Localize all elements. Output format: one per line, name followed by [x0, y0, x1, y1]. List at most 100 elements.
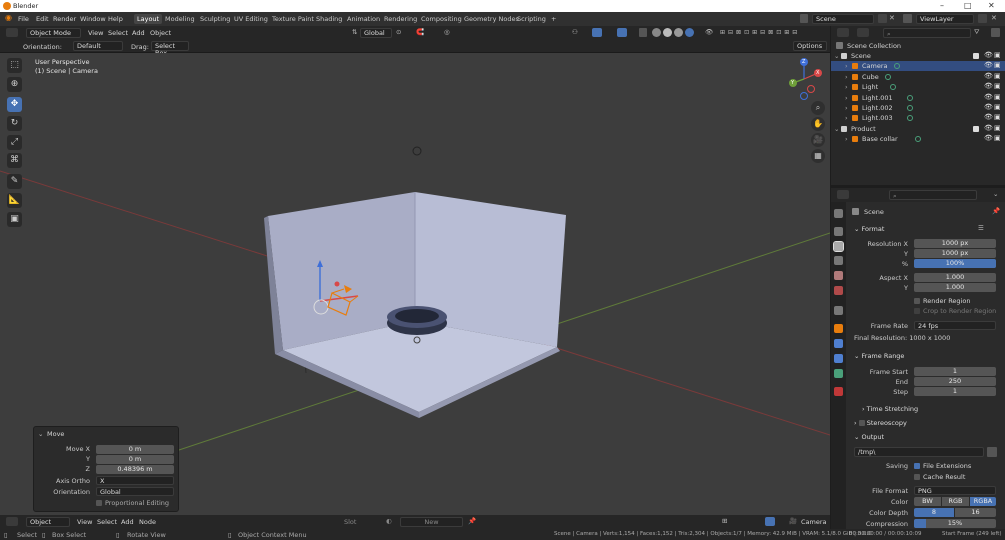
tab-scene-icon[interactable] — [834, 271, 843, 280]
render-camera-icon[interactable]: ▣ — [994, 72, 1001, 80]
new-view-layer-icon[interactable] — [978, 14, 987, 23]
annotate-tool-icon[interactable]: ✎ — [7, 174, 22, 189]
close-button[interactable]: ✕ — [988, 1, 995, 10]
exclude-checkbox[interactable] — [973, 125, 979, 132]
workspace-tab-texture-paint[interactable]: Texture Paint — [269, 14, 317, 24]
cache-result-checkbox[interactable] — [914, 474, 920, 480]
viewport-extra-icons[interactable]: ⊞⊟⊠⊡⊞⊟⊠⊡⊞⊟ — [720, 29, 800, 36]
file-format-dropdown[interactable]: PNG — [914, 486, 996, 495]
node-menu-add[interactable]: Add — [121, 518, 134, 526]
move-operator-panel[interactable]: ⌄ Move Move X 0 m Y 0 m Z 0.48396 m Axis… — [33, 426, 179, 512]
workspace-tab-scripting[interactable]: Scripting — [514, 14, 549, 24]
outliner-row[interactable]: › Cube 👁 ▣ — [831, 72, 1005, 82]
measure-tool-icon[interactable]: 📐 — [7, 193, 22, 208]
chevron-right-icon[interactable]: › — [845, 134, 848, 144]
shading-rendered-icon[interactable] — [685, 28, 694, 37]
time-stretching-section-header[interactable]: › Time Stretching — [862, 405, 918, 413]
render-camera-icon[interactable]: ▣ — [994, 52, 1001, 59]
object-data-icon[interactable] — [885, 73, 892, 80]
minimize-button[interactable]: – — [940, 1, 944, 10]
outliner-row[interactable]: › Camera 👁 ▣ — [831, 61, 1005, 72]
workspace-tab-animation[interactable]: Animation — [344, 14, 383, 24]
outliner-row[interactable]: ⌄ Scene 👁 ▣ — [831, 51, 1005, 61]
outliner-editor-type-icon[interactable] — [837, 28, 849, 37]
chevron-right-icon[interactable]: › — [845, 72, 848, 82]
maximize-button[interactable]: □ — [964, 1, 972, 10]
outliner-row[interactable]: › Base collar 👁 ▣ — [831, 134, 1005, 144]
presets-list-icon[interactable]: ☰ — [978, 224, 984, 232]
render-camera-icon[interactable]: ▣ — [994, 135, 1001, 142]
blender-menu-icon[interactable]: ◉ — [5, 13, 12, 22]
outliner-row[interactable]: › Light.003 👁 ▣ — [831, 113, 1005, 123]
menu-help[interactable]: Help — [108, 15, 123, 23]
eye-icon[interactable]: 👁 — [984, 62, 993, 69]
resolution-y-field[interactable]: 1000 px — [914, 249, 996, 258]
node-menu-node[interactable]: Node — [139, 518, 156, 526]
tab-modifiers-icon[interactable] — [834, 339, 843, 348]
chevron-right-icon[interactable]: › — [845, 93, 848, 103]
color-rgb-option[interactable]: RGB — [942, 497, 969, 506]
color-depth-16-option[interactable]: 16 — [955, 508, 996, 517]
object-data-icon[interactable] — [889, 84, 896, 91]
eye-icon[interactable]: 👁 — [984, 104, 993, 111]
stereoscopy-section-header[interactable]: › Stereoscopy — [854, 419, 907, 427]
shader-type-selector[interactable]: Object — [26, 517, 70, 527]
shading-solid-icon[interactable] — [663, 28, 672, 37]
outliner-panel[interactable]: Scene Collection ⌄ Scene 👁 ▣ › Camera 👁 ▣ › Cube 👁… — [831, 40, 1005, 185]
delete-view-layer-icon[interactable]: ✕ — [991, 14, 997, 22]
ortho-grid-icon[interactable]: ▦ — [811, 149, 825, 163]
camera-view-icon[interactable]: 🎥 — [811, 133, 825, 147]
object-data-icon[interactable] — [906, 94, 913, 101]
delete-scene-icon[interactable]: ✕ — [889, 14, 895, 22]
eye-icon[interactable]: 👁 — [984, 52, 993, 59]
resolution-x-field[interactable]: 1000 px — [914, 239, 996, 248]
chevron-right-icon[interactable]: › — [845, 113, 848, 123]
chevron-down-icon[interactable]: ⌄ — [834, 51, 839, 61]
transform-orientation-selector[interactable]: Global — [360, 28, 392, 38]
tab-constraints-icon[interactable] — [834, 369, 843, 378]
tab-tool-icon[interactable] — [834, 209, 843, 218]
workspace-tab-compositing[interactable]: Compositing — [418, 14, 465, 24]
render-camera-icon[interactable]: ▣ — [994, 83, 1001, 90]
overlay-node-icon[interactable] — [765, 517, 775, 526]
move-x-field[interactable]: 0 m — [96, 445, 174, 454]
proportional-editing-checkbox[interactable] — [96, 500, 102, 506]
viewport-menu-select[interactable]: Select — [108, 29, 128, 37]
move-z-field[interactable]: 0.48396 m — [96, 465, 174, 474]
viewport-menu-add[interactable]: Add — [132, 29, 145, 37]
properties-panel[interactable]: Scene 📌 ⌄ Format ☰ Resolution X 1000 px … — [846, 202, 1005, 529]
drag-dropdown[interactable]: Select Box — [151, 41, 189, 57]
tab-output-icon[interactable] — [833, 241, 844, 252]
node-menu-select[interactable]: Select — [97, 518, 117, 526]
eye-icon[interactable]: 👁 — [984, 124, 993, 132]
eye-icon[interactable]: 👁 — [984, 114, 993, 121]
pin-icon[interactable]: 📌 — [992, 207, 1000, 215]
view-layer-selector[interactable]: ViewLayer — [916, 14, 974, 24]
pan-hand-icon[interactable]: ✋ — [811, 117, 825, 131]
output-path-input[interactable]: /tmp\ — [854, 447, 984, 457]
eye-icon[interactable]: 👁 — [984, 93, 993, 101]
aspect-y-field[interactable]: 1.000 — [914, 283, 996, 292]
editor-type-icon[interactable] — [6, 517, 18, 526]
visibility-eye-icon[interactable]: 👁 — [705, 28, 713, 36]
zoom-icon[interactable]: ⌕ — [811, 101, 825, 115]
workspace-tab-layout[interactable]: Layout — [134, 14, 163, 24]
collapse-arrow-icon[interactable]: ⌄ — [38, 430, 43, 438]
viewport-menu-view[interactable]: View — [88, 29, 103, 37]
outliner-row[interactable]: › Light 👁 ▣ — [831, 82, 1005, 92]
eye-icon[interactable]: 👁 — [984, 135, 993, 142]
workspace-tab-sculpting[interactable]: Sculpting — [197, 14, 233, 24]
frame-rate-dropdown[interactable]: 24 fps — [914, 321, 996, 330]
scene-selector[interactable]: Scene — [812, 14, 874, 24]
object-data-icon[interactable] — [893, 63, 900, 70]
workspace-tab-rendering[interactable]: Rendering — [381, 14, 420, 24]
color-bw-option[interactable]: BW — [914, 497, 941, 506]
chevron-right-icon[interactable]: › — [845, 82, 848, 92]
slot-selector[interactable]: Slot — [344, 518, 356, 526]
render-camera-icon[interactable]: ▣ — [994, 93, 1001, 101]
eye-icon[interactable]: 👁 — [984, 72, 993, 80]
select-box-tool-icon[interactable]: ⬚ — [7, 58, 22, 73]
mode-selector[interactable]: Object Mode — [26, 28, 81, 38]
color-depth-8-option[interactable]: 8 — [914, 508, 954, 517]
output-section-header[interactable]: ⌄ Output — [854, 433, 884, 441]
